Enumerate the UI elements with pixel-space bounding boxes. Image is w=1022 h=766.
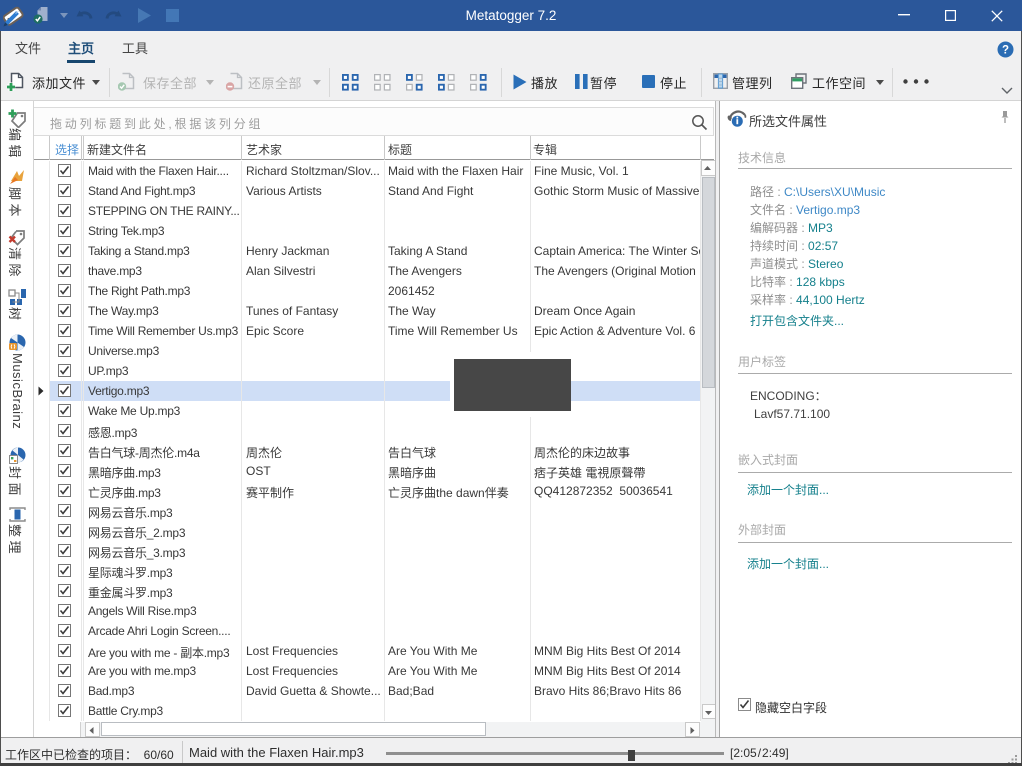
svg-text:?: ? bbox=[1002, 45, 1009, 57]
